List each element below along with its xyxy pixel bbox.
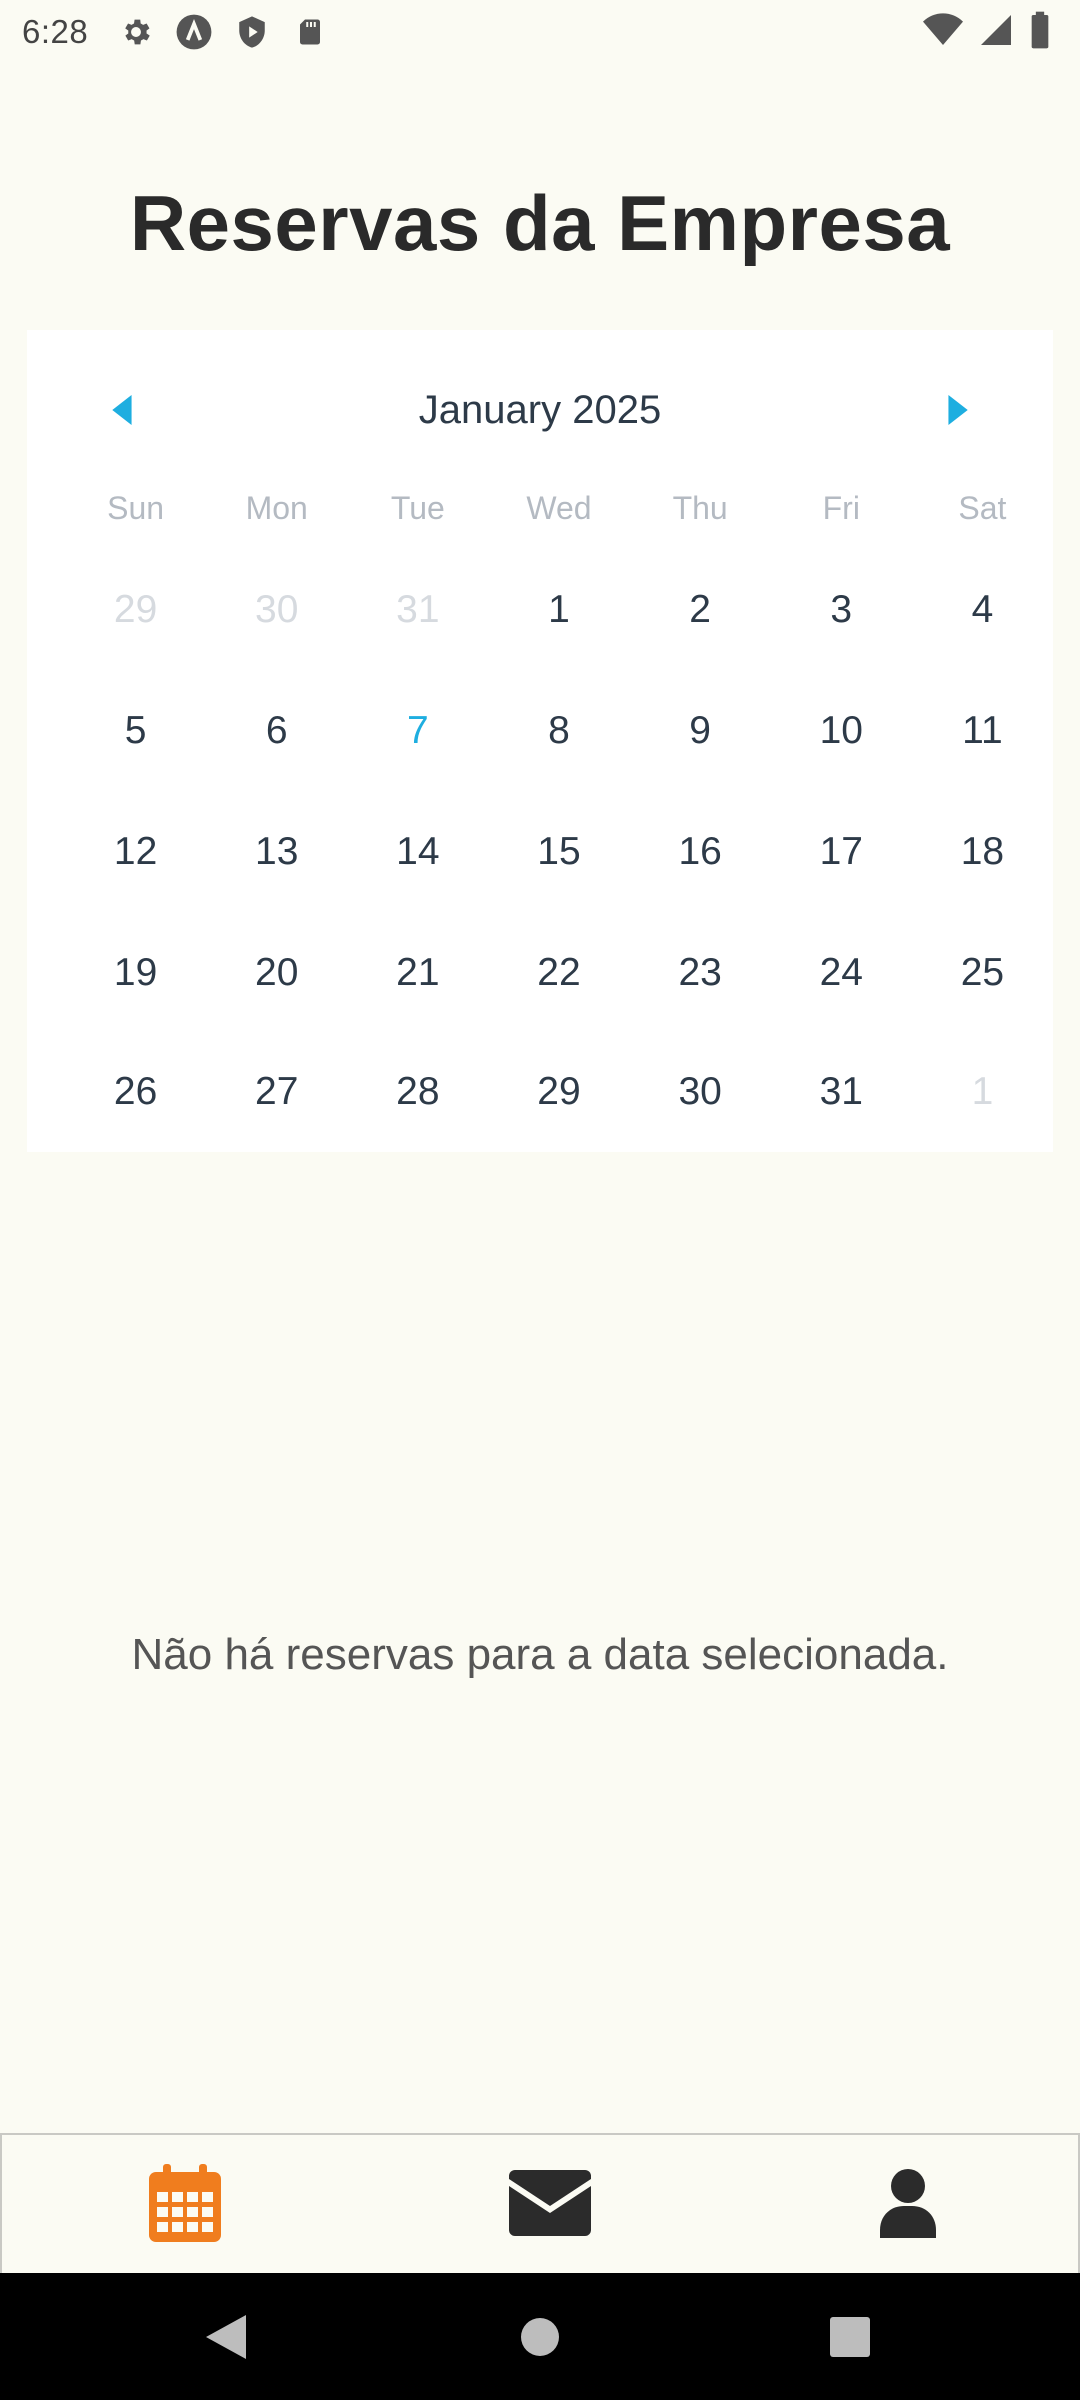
week-row: 12 13 14 15 16 17 18 — [27, 802, 1053, 902]
nav-home-button[interactable] — [480, 2273, 600, 2400]
calendar-day[interactable]: 31 — [771, 1042, 912, 1142]
calendar-day[interactable]: 29 — [65, 560, 206, 660]
weekday-sat: Sat — [958, 490, 1007, 526]
chevron-right-icon — [948, 395, 968, 425]
weekday-row: Sun Mon Tue Wed Thu Fri Sat — [27, 478, 1053, 538]
calendar-day[interactable]: 8 — [488, 681, 629, 781]
status-right-icons — [922, 10, 1052, 55]
shield-play-icon — [232, 12, 272, 52]
signal-icon — [978, 10, 1014, 55]
weekday-sun: Sun — [107, 490, 165, 526]
calendar-day[interactable]: 9 — [630, 681, 771, 781]
calendar-day[interactable]: 20 — [206, 923, 347, 1023]
empty-state-message: Não há reservas para a data selecionada. — [131, 1630, 949, 1679]
calendar-day[interactable]: 15 — [488, 802, 629, 902]
calendar-day[interactable]: 31 — [347, 560, 488, 660]
calendar-day[interactable]: 4 — [912, 560, 1053, 660]
calendar-day[interactable]: 25 — [912, 923, 1053, 1023]
nav-recents-button[interactable] — [790, 2273, 910, 2400]
calendar-day[interactable]: 2 — [630, 560, 771, 660]
tab-profile[interactable] — [808, 2135, 1008, 2271]
calendar-day[interactable]: 10 — [771, 681, 912, 781]
weekday-tue: Tue — [390, 490, 445, 526]
weekday-fri: Fri — [822, 490, 860, 526]
calendar-header: January 2025 — [27, 370, 1053, 450]
settings-icon — [116, 12, 156, 52]
calendar-day[interactable]: 14 — [347, 802, 488, 902]
bottom-tab-bar — [0, 2133, 1080, 2273]
calendar-day[interactable]: 11 — [912, 681, 1053, 781]
page-title: Reservas da Empresa — [129, 179, 951, 267]
week-row: 5 6 7 8 9 10 11 — [27, 681, 1053, 781]
status-left-icons — [116, 12, 330, 52]
next-month-button[interactable] — [917, 370, 997, 450]
calendar-day-today[interactable]: 7 — [347, 681, 488, 781]
calendar-day[interactable]: 28 — [347, 1042, 488, 1142]
nav-back-button[interactable] — [166, 2273, 286, 2400]
month-label: January 2025 — [418, 388, 662, 432]
weekday-wed: Wed — [526, 490, 592, 526]
calendar-day[interactable]: 13 — [206, 802, 347, 902]
calendar-day[interactable]: 27 — [206, 1042, 347, 1142]
calendar-day[interactable]: 19 — [65, 923, 206, 1023]
calendar-day[interactable]: 23 — [630, 923, 771, 1023]
calendar-day[interactable]: 29 — [488, 1042, 629, 1142]
calendar-day[interactable]: 24 — [771, 923, 912, 1023]
calendar-day[interactable]: 26 — [65, 1042, 206, 1142]
tab-calendar[interactable] — [85, 2135, 285, 2271]
calendar-day[interactable]: 21 — [347, 923, 488, 1023]
back-icon — [206, 2314, 246, 2359]
wifi-icon — [922, 10, 964, 55]
sd-card-icon — [290, 12, 330, 52]
app-a-icon — [174, 12, 214, 52]
calendar-day[interactable]: 18 — [912, 802, 1053, 902]
screen: 6:28 Reservas da Empresa January 2025 Su… — [0, 0, 1080, 2400]
weekday-thu: Thu — [672, 490, 728, 526]
calendar-day[interactable]: 5 — [65, 681, 206, 781]
calendar-icon — [149, 2164, 221, 2242]
system-nav-bar — [0, 2273, 1080, 2400]
status-bar: 6:28 — [0, 0, 1080, 64]
battery-icon — [1028, 10, 1052, 55]
calendar-day[interactable]: 17 — [771, 802, 912, 902]
calendar: January 2025 Sun Mon Tue Wed Thu Fri Sat… — [27, 330, 1053, 1152]
envelope-icon — [509, 2170, 591, 2236]
week-row: 19 20 21 22 23 24 25 — [27, 923, 1053, 1023]
week-row: 29 30 31 1 2 3 4 — [27, 560, 1053, 660]
calendar-day[interactable]: 3 — [771, 560, 912, 660]
week-row: 26 27 28 29 30 31 1 — [27, 1042, 1053, 1142]
calendar-day[interactable]: 1 — [488, 560, 629, 660]
status-time: 6:28 — [22, 13, 89, 50]
recents-icon — [830, 2316, 870, 2357]
weekday-mon: Mon — [245, 490, 308, 526]
user-icon — [880, 2169, 936, 2238]
calendar-day[interactable]: 30 — [630, 1042, 771, 1142]
calendar-day[interactable]: 16 — [630, 802, 771, 902]
calendar-day[interactable]: 30 — [206, 560, 347, 660]
calendar-day[interactable]: 22 — [488, 923, 629, 1023]
home-icon — [521, 2317, 559, 2356]
calendar-day[interactable]: 1 — [912, 1042, 1053, 1142]
calendar-day[interactable]: 12 — [65, 802, 206, 902]
calendar-day[interactable]: 6 — [206, 681, 347, 781]
tab-messages[interactable] — [450, 2135, 650, 2271]
